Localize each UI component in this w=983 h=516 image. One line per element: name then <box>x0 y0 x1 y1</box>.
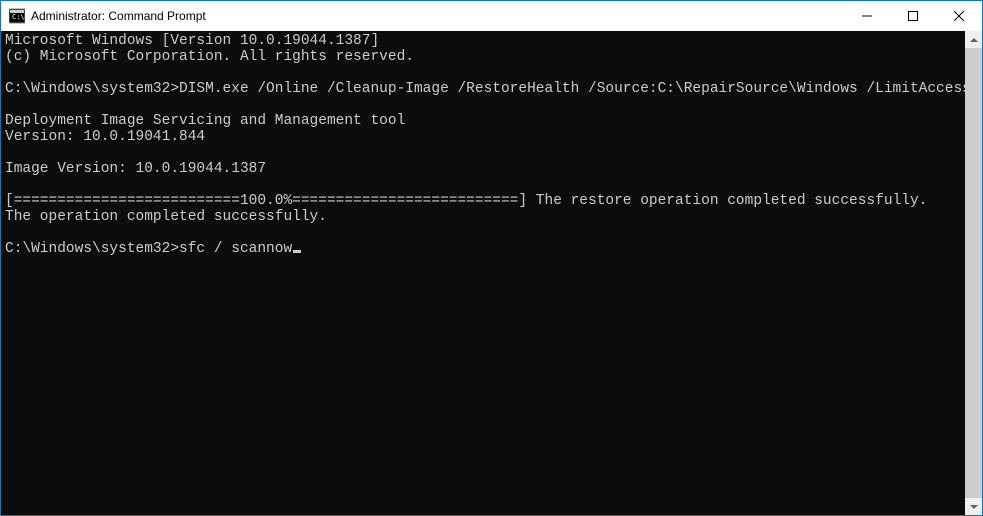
terminal-line <box>5 65 961 81</box>
command-prompt-window: C:\ Administrator: Command Prompt Micros… <box>0 0 983 516</box>
window-controls <box>844 1 982 31</box>
maximize-button[interactable] <box>890 1 936 31</box>
terminal-line: C:\Windows\system32>DISM.exe /Online /Cl… <box>5 81 961 97</box>
content-area: Microsoft Windows [Version 10.0.19044.13… <box>1 31 982 515</box>
titlebar[interactable]: C:\ Administrator: Command Prompt <box>1 1 982 31</box>
terminal-line: Version: 10.0.19041.844 <box>5 129 961 145</box>
terminal-line <box>5 177 961 193</box>
scroll-up-button[interactable] <box>965 31 982 48</box>
terminal-line: Image Version: 10.0.19044.1387 <box>5 161 961 177</box>
terminal-prompt: C:\Windows\system32> <box>5 241 179 257</box>
terminal-current-line[interactable]: C:\Windows\system32>sfc / scannow <box>5 241 961 257</box>
terminal-line <box>5 225 961 241</box>
cursor <box>293 250 301 253</box>
close-button[interactable] <box>936 1 982 31</box>
terminal-line: Deployment Image Servicing and Managemen… <box>5 113 961 129</box>
terminal[interactable]: Microsoft Windows [Version 10.0.19044.13… <box>1 31 965 515</box>
terminal-line: (c) Microsoft Corporation. All rights re… <box>5 49 961 65</box>
window-title: Administrator: Command Prompt <box>31 9 206 23</box>
svg-text:C:\: C:\ <box>12 13 25 21</box>
cmd-icon: C:\ <box>9 8 25 24</box>
vertical-scrollbar[interactable] <box>965 31 982 515</box>
terminal-line: Microsoft Windows [Version 10.0.19044.13… <box>5 33 961 49</box>
scroll-down-button[interactable] <box>965 498 982 515</box>
scroll-thumb[interactable] <box>965 48 982 498</box>
terminal-line: The operation completed successfully. <box>5 209 961 225</box>
scroll-track[interactable] <box>965 48 982 498</box>
terminal-line <box>5 145 961 161</box>
terminal-line <box>5 97 961 113</box>
terminal-line: [==========================100.0%=======… <box>5 193 961 209</box>
terminal-input[interactable]: sfc / scannow <box>179 241 292 257</box>
minimize-button[interactable] <box>844 1 890 31</box>
